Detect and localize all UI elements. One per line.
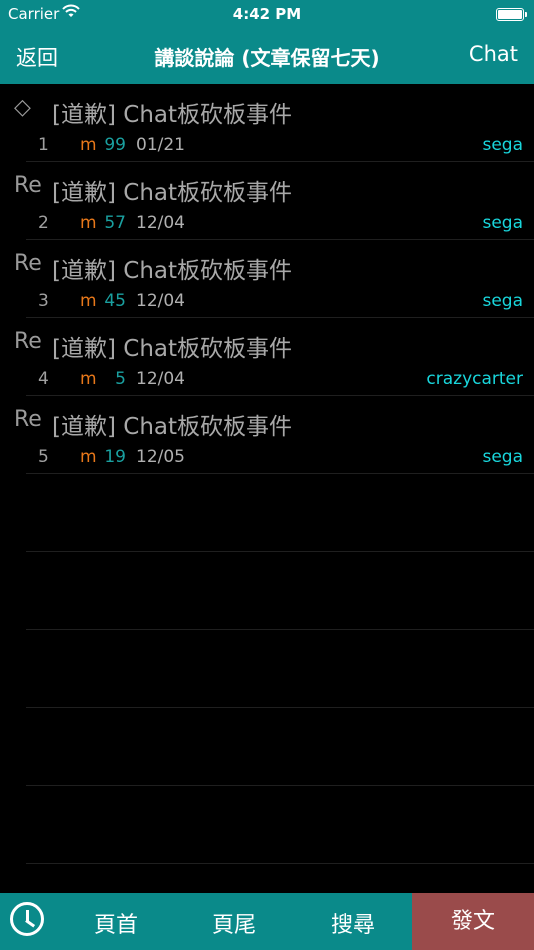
post-number: 2: [38, 213, 49, 233]
post-number: 5: [38, 447, 49, 467]
post-prefix: Re: [14, 329, 42, 354]
post-prefix: Re: [14, 173, 42, 198]
post-date: 01/21: [136, 135, 185, 155]
board-button[interactable]: Chat: [469, 42, 518, 66]
post-prefix: Re: [14, 407, 42, 432]
post-date: 12/05: [136, 447, 185, 467]
post-count: 5: [115, 369, 126, 389]
header: Carrier 4:42 PM 返回 講談說論 (文章保留七天) Chat: [0, 0, 534, 84]
post-subject: [道歉] Chat板砍板事件: [52, 414, 293, 440]
list-item[interactable]: Re [道歉] Chat板砍板事件 4 m 5 12/04 crazycarte…: [14, 318, 534, 396]
search-button[interactable]: 搜尋: [331, 907, 375, 939]
list-item[interactable]: Re [道歉] Chat板砍板事件 2 m 57 12/04 sega: [14, 162, 534, 240]
nav-bar: 返回 講談說論 (文章保留七天) Chat: [0, 32, 534, 78]
post-author[interactable]: sega: [482, 291, 523, 311]
post-number: 3: [38, 291, 49, 311]
list-item[interactable]: Re [道歉] Chat板砍板事件 3 m 45 12/04 sega: [14, 240, 534, 318]
post-count: 45: [104, 291, 126, 311]
post-subject: [道歉] Chat板砍板事件: [52, 102, 293, 128]
post-author[interactable]: crazycarter: [426, 369, 523, 389]
post-number: 1: [38, 135, 49, 155]
empty-row: [26, 786, 534, 864]
post-subject: [道歉] Chat板砍板事件: [52, 258, 293, 284]
post-subject: [道歉] Chat板砍板事件: [52, 180, 293, 206]
status-bar: Carrier 4:42 PM: [0, 0, 534, 30]
post-button[interactable]: 發文: [412, 893, 534, 950]
post-date: 12/04: [136, 369, 185, 389]
empty-row: [26, 474, 534, 552]
empty-row: [26, 552, 534, 630]
post-count: 19: [104, 447, 126, 467]
list-item[interactable]: Re [道歉] Chat板砍板事件 5 m 19 12/05 sega: [14, 396, 534, 474]
page-title: 講談說論 (文章保留七天): [154, 46, 380, 70]
first-page-button[interactable]: 頁首: [94, 907, 138, 939]
post-subject: [道歉] Chat板砍板事件: [52, 336, 293, 362]
post-author[interactable]: sega: [482, 135, 523, 155]
status-time: 4:42 PM: [232, 5, 302, 23]
post-count: 57: [104, 213, 126, 233]
empty-row: [26, 630, 534, 708]
post-list: ◇ [道歉] Chat板砍板事件 1 m 99 01/21 sega Re [道…: [0, 84, 534, 864]
empty-row: [26, 708, 534, 786]
last-page-button[interactable]: 頁尾: [212, 907, 256, 939]
post-author[interactable]: sega: [482, 213, 523, 233]
post-prefix: Re: [14, 251, 42, 276]
battery-icon: [496, 8, 527, 21]
post-author[interactable]: sega: [482, 447, 523, 467]
post-number: 4: [38, 369, 49, 389]
post-prefix: ◇: [14, 95, 31, 120]
clock-icon[interactable]: [10, 902, 44, 936]
bottom-toolbar: 頁首 頁尾 搜尋 發文: [0, 893, 534, 950]
post-count: 99: [104, 135, 126, 155]
post-date: 12/04: [136, 213, 185, 233]
list-item[interactable]: ◇ [道歉] Chat板砍板事件 1 m 99 01/21 sega: [14, 84, 534, 162]
post-date: 12/04: [136, 291, 185, 311]
